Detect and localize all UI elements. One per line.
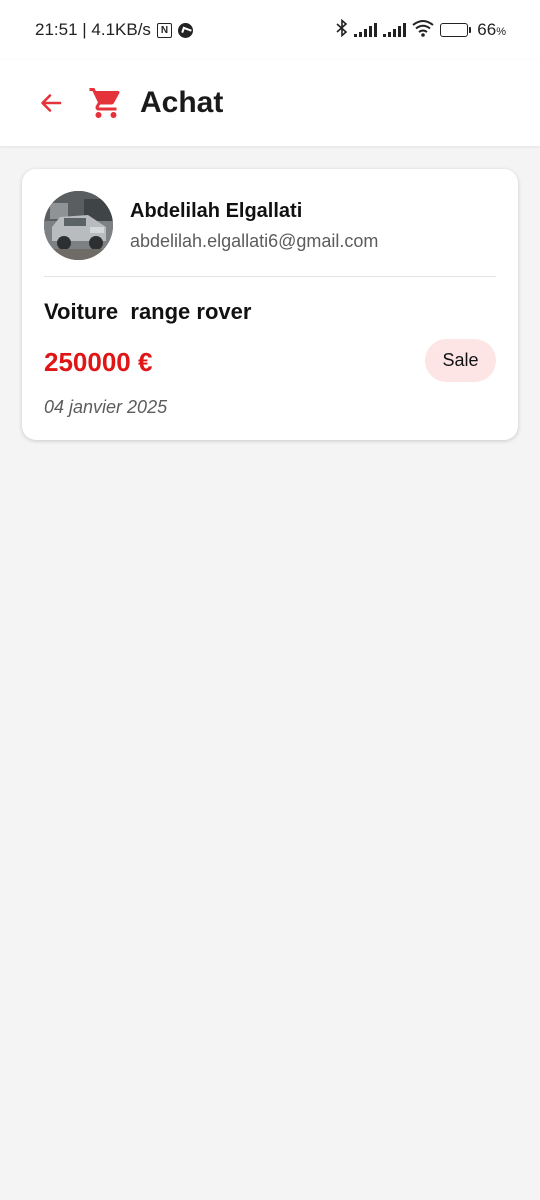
shopping-cart-icon: [88, 84, 126, 122]
status-badge: Sale: [425, 339, 496, 382]
purchase-card[interactable]: Abdelilah Elgallati abdelilah.elgallati6…: [22, 169, 518, 440]
status-bar-right: 66%: [336, 18, 506, 42]
wifi-icon: [412, 19, 434, 42]
status-bar: 21:51 | 4.1KB/s N 66%: [0, 0, 540, 60]
item-title: Voiture range rover: [44, 299, 252, 324]
nfc-icon: N: [156, 22, 172, 38]
battery-percent: 66%: [477, 20, 506, 39]
divider: [44, 276, 496, 277]
purchase-date: 04 janvier 2025: [44, 397, 168, 417]
arrow-left-icon: [41, 94, 62, 112]
signal-icon: [354, 23, 378, 37]
back-button[interactable]: [36, 88, 66, 118]
status-time-speed: 21:51 | 4.1KB/s: [35, 20, 151, 39]
user-name: Abdelilah Elgallati: [130, 200, 303, 222]
bluetooth-icon: [336, 18, 348, 42]
page-title: Achat: [140, 86, 224, 119]
avatar: [44, 191, 113, 260]
app-notification-icon: [177, 22, 193, 38]
status-bar-left: 21:51 | 4.1KB/s N: [35, 20, 193, 40]
item-price: 250000 €: [44, 347, 153, 377]
app-bar: Achat: [0, 60, 540, 146]
user-email: abdelilah.elgallati6@gmail.com: [130, 231, 379, 251]
battery-icon: [440, 23, 472, 37]
signal-icon: [383, 23, 407, 37]
